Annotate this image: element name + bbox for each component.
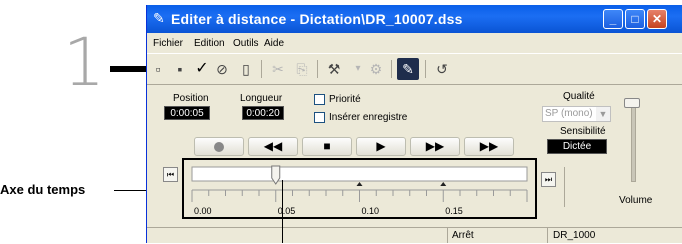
book-icon[interactable]: ▯ xyxy=(235,58,257,80)
timeline-tick-label: 0.05 xyxy=(278,206,296,216)
minimize-button[interactable]: _ xyxy=(603,9,623,29)
timeline-start-button[interactable]: ⏮ xyxy=(163,167,178,182)
status-bar: Arrêt DR_1000 xyxy=(147,227,682,244)
menu-aide[interactable]: Aide xyxy=(264,38,284,49)
verify-icon[interactable]: ⊘ xyxy=(211,58,233,80)
length-display: 0:00:20 xyxy=(242,106,284,120)
toolbar-separator xyxy=(425,60,426,78)
new-file-icon[interactable]: ▫ xyxy=(147,58,169,80)
volume-slider-thumb[interactable] xyxy=(624,98,640,108)
toolbar: ▫ ▪ ✓ ⊘ ▯ ✂ ⎘ ⚒ ▾ ⚙ ✎ ↺ xyxy=(147,53,682,85)
chevron-down-icon: ▼ xyxy=(596,107,610,121)
length-label: Longueur xyxy=(240,93,283,104)
volume-label: Volume xyxy=(619,195,653,206)
close-button[interactable]: ✕ xyxy=(647,9,667,29)
timeline-track xyxy=(191,166,528,182)
index-mark-icon xyxy=(356,182,363,186)
rewind-button[interactable]: ◀◀ xyxy=(248,137,298,156)
skip-end-button[interactable]: ▶▶ xyxy=(464,137,514,156)
save-icon[interactable]: ▪ xyxy=(169,58,191,80)
play-icon: ▶ xyxy=(376,139,386,153)
toolbar-separator xyxy=(261,60,262,78)
priority-checkbox[interactable] xyxy=(314,94,325,105)
window-title: Editer à distance - Dictation\DR_10007.d… xyxy=(171,11,463,27)
stop-icon: ■ xyxy=(323,139,331,153)
maximize-button[interactable]: □ xyxy=(625,9,645,29)
status-state: Arrêt xyxy=(452,230,474,241)
insert-checkbox[interactable] xyxy=(314,112,325,123)
menu-edition[interactable]: Edition xyxy=(194,38,225,49)
axis-caption: Axe du temps xyxy=(0,182,86,197)
menu-outils[interactable]: Outils xyxy=(233,38,259,49)
timeline-scale: 0.00 0.05 0.10 0.15 xyxy=(191,165,528,216)
position-display: 0:00:05 xyxy=(164,106,210,120)
status-cell xyxy=(147,228,448,243)
position-label: Position xyxy=(173,93,209,104)
sensitivity-display[interactable]: Dictée xyxy=(547,139,607,154)
tools-icon[interactable]: ⚒ xyxy=(323,58,345,80)
timeline-end-button[interactable]: ⏭ xyxy=(541,172,556,187)
timeline-tick-label: 0.00 xyxy=(194,206,212,216)
stop-button[interactable]: ■ xyxy=(302,137,352,156)
toolbar-separator xyxy=(317,60,318,78)
edit-mode-icon[interactable]: ✎ xyxy=(397,58,419,80)
timeline-tick-label: 0.15 xyxy=(445,206,463,216)
fast-forward-button[interactable]: ▶▶ xyxy=(410,137,460,156)
timeline: 0.00 0.05 0.10 0.15 xyxy=(182,158,537,219)
app-window: ✎ Editer à distance - Dictation\DR_10007… xyxy=(146,5,682,243)
menu-fichier[interactable]: Fichier xyxy=(153,38,183,49)
quality-value: SP (mono) xyxy=(545,108,593,119)
pen-icon: ✎ xyxy=(153,10,165,26)
play-button[interactable]: ▶ xyxy=(356,137,406,156)
record-button[interactable] xyxy=(194,137,244,156)
fast-forward-icon: ▶▶ xyxy=(425,139,445,153)
title-bar: ✎ Editer à distance - Dictation\DR_10007… xyxy=(147,5,682,33)
record-icon xyxy=(214,141,224,152)
copy-icon[interactable]: ⎘ xyxy=(291,58,313,80)
status-file: DR_1000 xyxy=(553,230,596,241)
quality-label: Qualité xyxy=(563,91,595,102)
settings-icon[interactable]: ⚙ xyxy=(365,58,387,80)
rewind-icon: ◀◀ xyxy=(263,139,283,153)
cut-icon[interactable]: ✂ xyxy=(267,58,289,80)
needle-leader-line xyxy=(282,180,283,243)
status-divider xyxy=(547,228,548,243)
quality-select[interactable]: SP (mono) ▼ xyxy=(542,106,611,122)
sensitivity-label: Sensibilité xyxy=(560,126,606,137)
volume-track xyxy=(631,100,636,182)
priority-label: Priorité xyxy=(329,94,361,105)
toolbar-separator xyxy=(391,60,392,78)
skip-end-icon: ▶▶ xyxy=(479,139,499,153)
checkmark-icon[interactable]: ✓ xyxy=(191,58,213,80)
undo-icon[interactable]: ↺ xyxy=(431,58,453,80)
timeline-divider xyxy=(564,167,565,207)
step-number: 1 xyxy=(63,24,105,101)
timeline-tick-label: 0.10 xyxy=(362,206,380,216)
index-mark-icon xyxy=(440,182,447,186)
insert-label: Insérer enregistre xyxy=(329,112,408,123)
menu-bar: Fichier Edition Outils Aide xyxy=(147,33,682,53)
